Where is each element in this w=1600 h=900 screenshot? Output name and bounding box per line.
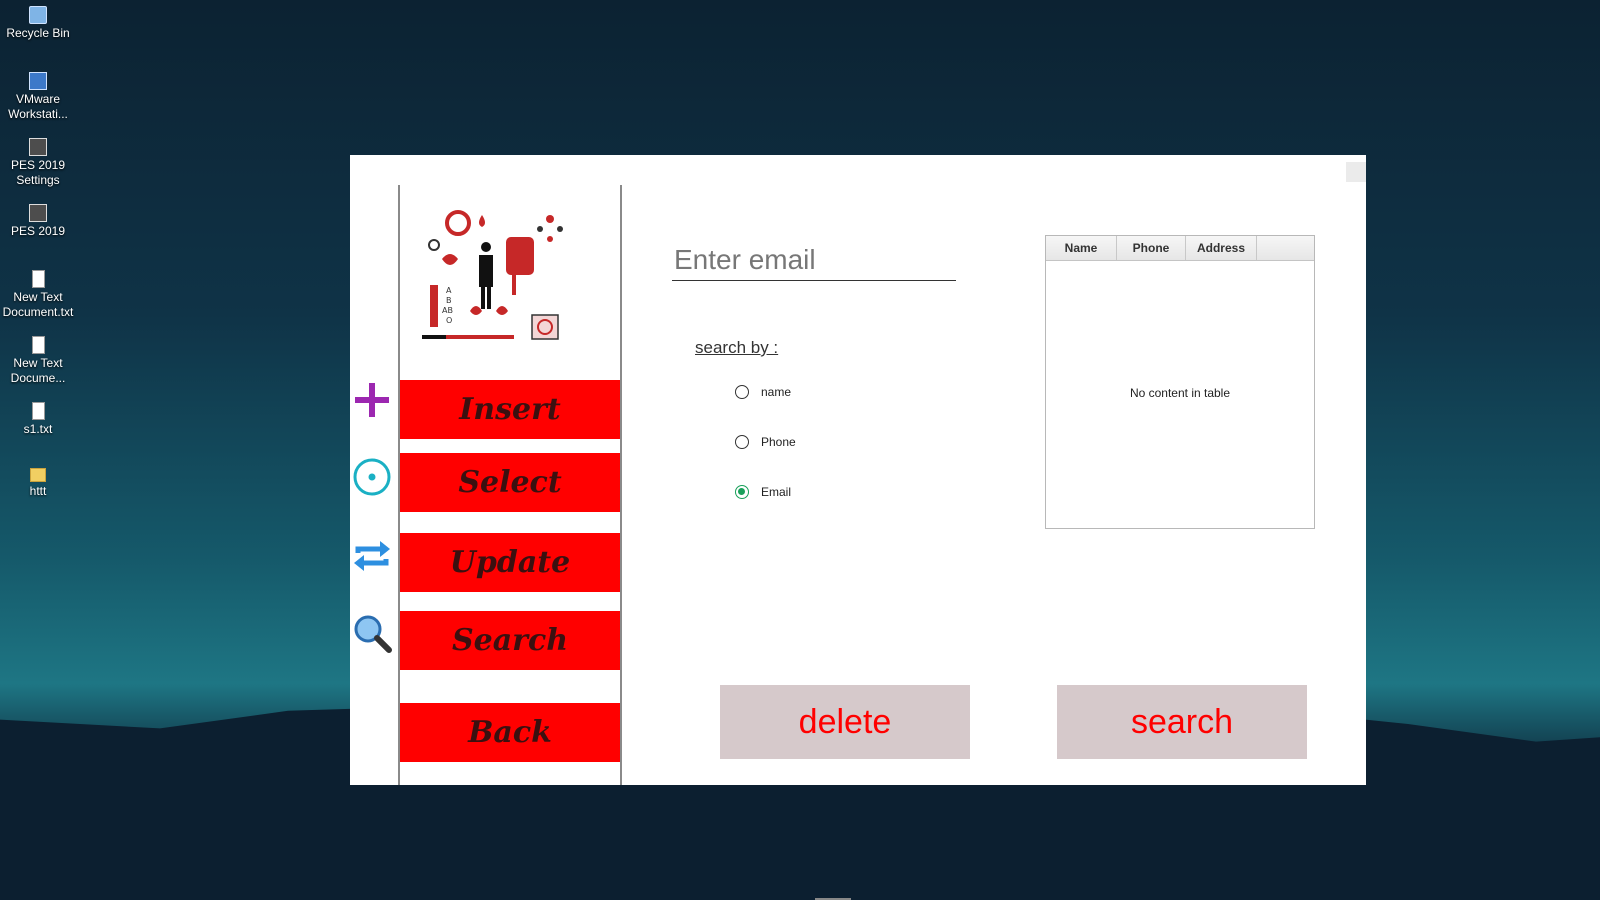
update-arrows-icon[interactable] xyxy=(352,536,392,576)
text-file-icon xyxy=(31,402,45,420)
radio-button[interactable] xyxy=(735,435,749,449)
target-select-icon[interactable] xyxy=(352,457,392,497)
column-header-name[interactable]: Name xyxy=(1046,236,1117,260)
radio-option-phone[interactable]: Phone xyxy=(735,435,796,449)
desktop-icon-vmware[interactable]: VMware Workstati... xyxy=(0,72,76,122)
search-nav-button[interactable]: Search xyxy=(400,611,620,670)
desktop-icon-text-document-2[interactable]: New Text Docume... xyxy=(0,336,76,386)
desktop-icon-httt[interactable]: httt xyxy=(0,468,76,499)
column-header-address[interactable]: Address xyxy=(1186,236,1257,260)
desktop-icon-label: httt xyxy=(29,484,47,498)
back-button[interactable]: Back xyxy=(400,703,620,762)
desktop-icon-label: VMware Workstati... xyxy=(8,92,68,121)
close-icon[interactable] xyxy=(1346,162,1366,182)
select-button[interactable]: Select xyxy=(400,453,620,512)
text-file-icon xyxy=(31,336,45,354)
radio-label: Phone xyxy=(761,435,796,449)
svg-text:A: A xyxy=(446,286,452,295)
nav-panel: A B AB O Insert Select Update Search Bac… xyxy=(398,185,622,785)
radio-button-selected[interactable] xyxy=(735,485,749,499)
vmware-icon xyxy=(29,72,47,90)
svg-text:AB: AB xyxy=(442,306,453,315)
desktop-icon-label: New Text Docume... xyxy=(10,356,66,385)
table-empty-message: No content in table xyxy=(1129,386,1231,400)
app-window: A B AB O Insert Select Update Search Bac… xyxy=(350,155,1366,785)
recycle-bin-icon xyxy=(29,6,47,24)
desktop-icon-pes[interactable]: PES 2019 xyxy=(0,204,76,239)
desktop-icon-label: Recycle Bin xyxy=(6,26,70,40)
desktop-icon-recycle-bin[interactable]: Recycle Bin xyxy=(0,6,76,41)
update-button[interactable]: Update xyxy=(400,533,620,592)
results-table[interactable]: Name Phone Address No content in table xyxy=(1045,235,1315,529)
desktop-icon-label: s1.txt xyxy=(23,422,53,436)
radio-label: name xyxy=(761,385,792,399)
magnifier-icon[interactable] xyxy=(352,613,392,653)
insert-button[interactable]: Insert xyxy=(400,380,620,439)
desktop-icon-text-document[interactable]: New Text Document.txt xyxy=(0,270,76,320)
svg-text:O: O xyxy=(446,316,452,325)
desktop-icon-label: New Text Document.txt xyxy=(2,290,74,319)
pes-settings-icon xyxy=(29,138,47,156)
folder-icon xyxy=(30,468,46,482)
radio-option-name[interactable]: name xyxy=(735,385,791,399)
search-button[interactable]: search xyxy=(1057,685,1307,759)
radio-label: Email xyxy=(761,485,792,499)
search-by-label: search by : xyxy=(695,338,779,357)
pes-icon xyxy=(29,204,47,222)
desktop-icon-label: PES 2019 Settings xyxy=(10,158,66,187)
radio-button[interactable] xyxy=(735,385,749,399)
svg-text:B: B xyxy=(446,296,452,305)
desktop-icon-pes-settings[interactable]: PES 2019 Settings xyxy=(0,138,76,188)
radio-option-email[interactable]: Email xyxy=(735,485,791,499)
desktop-icon-label: PES 2019 xyxy=(10,224,66,238)
plus-icon[interactable] xyxy=(352,380,392,420)
blood-donation-logo: A B AB O xyxy=(422,210,563,340)
column-header-phone[interactable]: Phone xyxy=(1117,236,1186,260)
table-header: Name Phone Address xyxy=(1046,236,1314,261)
delete-button[interactable]: delete xyxy=(720,685,970,759)
email-input[interactable] xyxy=(672,240,956,281)
desktop-icon-s1[interactable]: s1.txt xyxy=(0,402,76,437)
text-file-icon xyxy=(31,270,45,288)
